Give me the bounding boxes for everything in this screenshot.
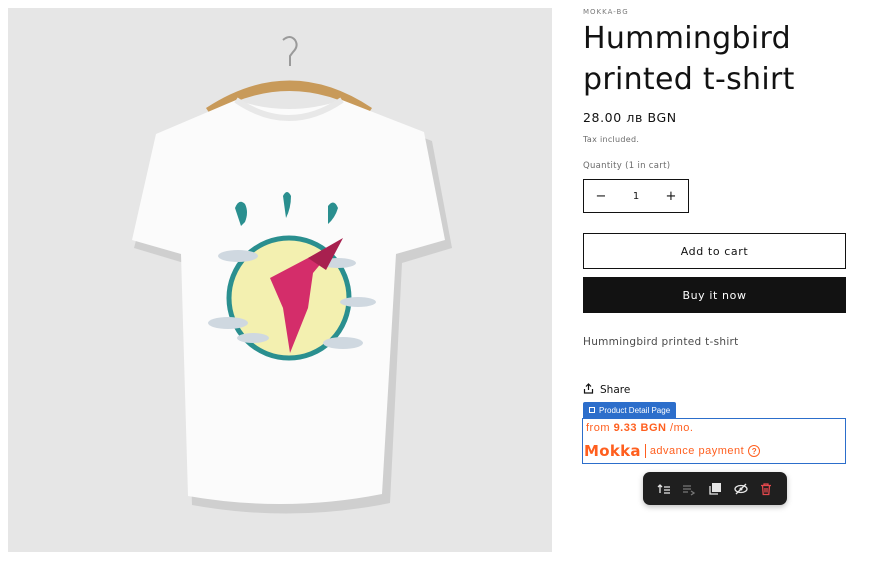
product-image[interactable]: [8, 8, 552, 552]
share-label: Share: [600, 384, 631, 396]
tax-note: Tax included.: [583, 135, 640, 144]
mokka-widget[interactable]: from 9.33 BGN /mo. Mokka advance payment…: [582, 418, 846, 464]
quantity-label: Quantity (1 in cart): [583, 161, 671, 171]
help-icon[interactable]: ?: [748, 445, 761, 457]
mokka-branding: Mokka advance payment ?: [584, 442, 761, 460]
duplicate-icon[interactable]: [705, 479, 725, 499]
select-parent-icon[interactable]: [654, 479, 674, 499]
block-toolbar: [643, 472, 787, 505]
selection-tag-label: Product Detail Page: [599, 405, 671, 415]
installment-line: from 9.33 BGN /mo.: [586, 422, 693, 434]
product-description: Hummingbird printed t-shirt: [583, 336, 739, 348]
product-title: Hummingbird printed t-shirt: [583, 21, 795, 97]
tshirt-image: [8, 8, 552, 552]
mokka-logo: Mokka: [584, 442, 641, 460]
quantity-stepper: − +: [583, 179, 689, 213]
installment-from: from: [586, 422, 610, 434]
divider: [644, 444, 646, 458]
hide-icon[interactable]: [731, 479, 751, 499]
move-icon[interactable]: [679, 479, 699, 499]
share-button[interactable]: Share: [583, 383, 630, 397]
installment-period: /mo.: [670, 422, 694, 434]
quantity-input[interactable]: [619, 189, 653, 203]
delete-icon[interactable]: [756, 479, 776, 499]
advance-payment-text: advance payment: [649, 445, 745, 457]
add-to-cart-button[interactable]: Add to cart: [583, 233, 846, 269]
selection-tag[interactable]: Product Detail Page: [583, 402, 677, 418]
buy-now-button[interactable]: Buy it now: [583, 277, 846, 313]
installment-amount: 9.33 BGN: [613, 422, 667, 434]
quantity-increment-button[interactable]: +: [654, 180, 688, 212]
quantity-decrement-button[interactable]: −: [584, 180, 618, 212]
share-icon: [583, 383, 594, 397]
product-vendor: MOKKA-BG: [583, 8, 629, 16]
product-price: 28.00 лв BGN: [583, 110, 677, 125]
selection-frame-icon: [589, 407, 595, 413]
